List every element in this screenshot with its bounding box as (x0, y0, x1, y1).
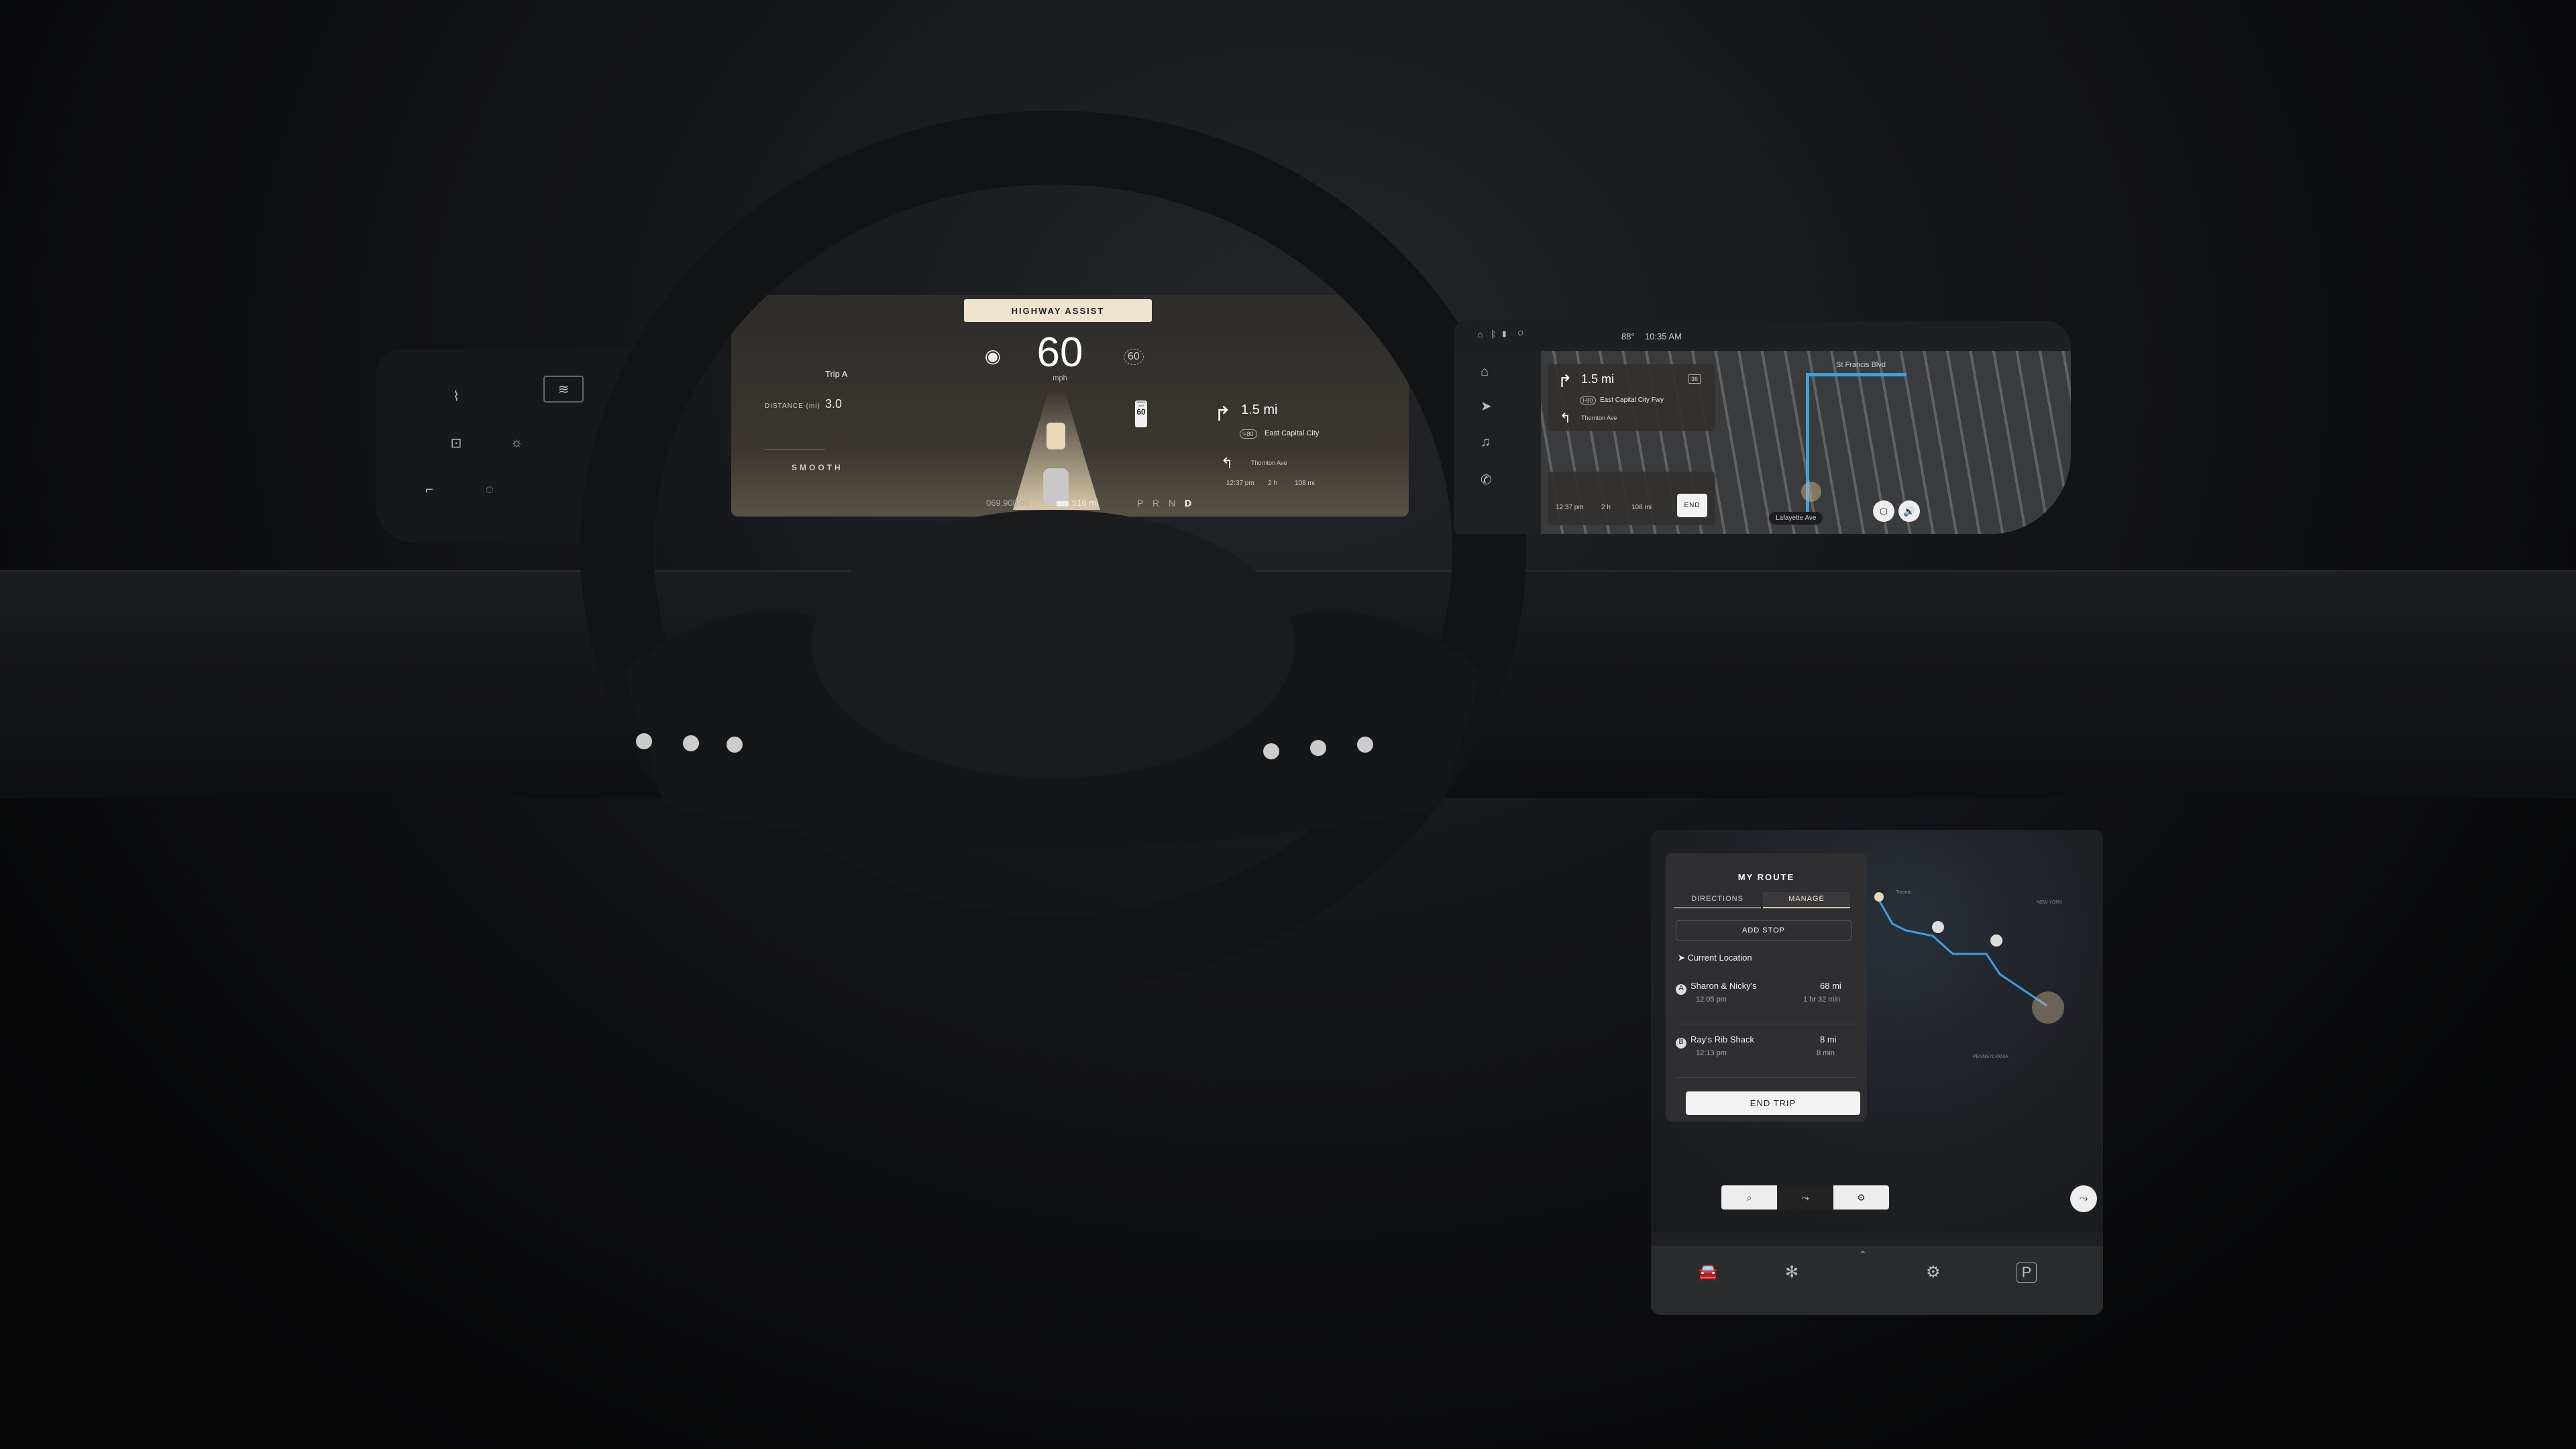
current-position-icon (2032, 991, 2064, 1024)
current-location-label: Current Location (1687, 953, 1752, 963)
end-navigation-button[interactable]: END (1677, 494, 1707, 517)
highway-shield: I-80 (1580, 396, 1596, 405)
nav-road: East Capital City Fwy (1600, 396, 1664, 404)
3d-view-button[interactable]: ⬡ (1873, 500, 1894, 522)
assist-button[interactable] (683, 735, 699, 751)
bottom-bar: 🚘 ✻ ⌃ ⚙ P (1651, 1246, 2103, 1315)
my-route-panel: MY ROUTE DIRECTIONS MANAGE ADD STOP ➤ Cu… (1666, 853, 1867, 1122)
map-mode-tabs: ⌕ ⤳ ⚙ (1721, 1185, 1889, 1210)
mic-button[interactable] (1357, 737, 1373, 753)
stop-time: 12:05 pm (1696, 996, 1727, 1004)
settings-icon[interactable]: ⚙ (1833, 1185, 1889, 1210)
tab-directions[interactable]: DIRECTIONS (1674, 895, 1761, 908)
tab-manage[interactable]: MANAGE (1763, 892, 1850, 908)
stop-row[interactable]: B Ray's Rib Shack 12:13 pm 8 mi 8 min (1676, 1031, 1857, 1078)
panel-title: MY ROUTE (1737, 872, 1795, 882)
nav-remaining: 108 mi (1631, 504, 1652, 511)
stop-duration: 1 hr 32 min (1803, 996, 1841, 1004)
navigation-icon[interactable]: ➤ (1481, 398, 1492, 415)
stop-time: 12:13 pm (1696, 1049, 1727, 1057)
route-icon[interactable]: ⤳ (1777, 1185, 1833, 1210)
stop-marker: A (1676, 984, 1686, 995)
home-icon[interactable]: ⌂ (1477, 329, 1483, 339)
assistant-icon[interactable]: ○ (1517, 327, 1524, 339)
stop-distance: 8 mi (1820, 1034, 1837, 1044)
search-icon[interactable]: ⌕ (1721, 1185, 1777, 1210)
stop-name: Sharon & Nicky's (1690, 981, 1757, 991)
home-nav-icon[interactable]: ⌂ (1481, 364, 1489, 380)
stop-distance: 68 mi (1820, 981, 1841, 991)
phone-icon[interactable]: ✆ (1481, 472, 1492, 488)
turn-right-arrow-icon: ↱ (1558, 371, 1572, 391)
street-label-top: St Francis Blvd (1836, 361, 1886, 369)
volume-button[interactable]: 🔊 (1898, 500, 1920, 522)
add-stop-button[interactable]: ADD STOP (1676, 920, 1851, 941)
previous-track-button[interactable] (1263, 743, 1279, 759)
clock: 10:35 AM (1645, 331, 1682, 341)
nav-eta: 12:37 pm (1556, 504, 1584, 511)
current-street: Lafayette Ave (1769, 512, 1823, 525)
car-icon[interactable]: 🚘 (1698, 1263, 1718, 1282)
route-line (1878, 900, 2047, 1007)
turn-card: ↱ 1.5 mi 36 I-80 East Capital City Fwy ↰… (1548, 364, 1715, 431)
next-track-button[interactable] (1310, 740, 1326, 756)
exit-sign: 36 (1688, 374, 1701, 384)
stop-name: Ray's Rib Shack (1690, 1034, 1754, 1044)
music-icon[interactable]: ♫ (1481, 435, 1491, 450)
lower-display: NEW YORK PENNSYLVANIA Toronto MY ROUTE D… (1651, 830, 2103, 1315)
map-label: NEW YORK (2037, 900, 2062, 905)
end-trip-button[interactable]: END TRIP (1686, 1091, 1860, 1115)
voice-button[interactable] (636, 733, 652, 749)
bluetooth-icon: ᛒ (1491, 329, 1497, 339)
nav-distance: 1.5 mi (1581, 372, 1615, 386)
temperature: 88° (1621, 331, 1635, 341)
side-nav: ⌂ ➤ ♫ ✆ (1454, 351, 1541, 534)
chevron-up-icon[interactable]: ⌃ (1859, 1249, 1867, 1260)
stop-marker: B (1676, 1038, 1686, 1049)
current-location[interactable]: ➤ Current Location (1678, 953, 1752, 963)
stop-b-pin[interactable] (1932, 921, 1944, 933)
vehicle-position-icon (1801, 482, 1821, 502)
trip-summary-card: 12:37 pm 2 h 108 mi END (1548, 472, 1715, 525)
destination-pin[interactable] (1874, 892, 1884, 902)
stop-a-pin[interactable] (1990, 934, 2002, 947)
cancel-button[interactable] (727, 737, 743, 753)
map-label: PENNSYLVANIA (1973, 1055, 2008, 1059)
gear-icon[interactable]: ⚙ (1926, 1263, 1941, 1282)
next-road: Thornton Ave (1581, 415, 1617, 421)
center-display: St Francis Blvd ⌂ ᛒ ▮ ○ 88° 10:35 AM ⌂ ➤… (1454, 321, 2071, 534)
status-bar: ⌂ ᛒ ▮ ○ 88° 10:35 AM (1454, 321, 2071, 351)
stop-duration: 8 min (1817, 1049, 1835, 1057)
steering-wheel (580, 111, 1526, 989)
fan-icon[interactable]: ✻ (1785, 1263, 1799, 1282)
parking-icon[interactable]: P (2017, 1263, 2037, 1283)
map-label: Toronto (1896, 890, 1911, 895)
location-arrow-icon: ➤ (1678, 953, 1688, 963)
stop-row[interactable]: A Sharon & Nicky's 12:05 pm 68 mi 1 hr 3… (1676, 977, 1857, 1024)
turn-left-arrow-icon: ↰ (1560, 411, 1571, 426)
signal-icon: ▮ (1502, 329, 1507, 338)
steering-wheel-hub (812, 510, 1295, 778)
route-line (1806, 373, 1907, 376)
nav-duration: 2 h (1601, 504, 1611, 511)
recenter-button[interactable]: ⤳ (2070, 1185, 2097, 1212)
